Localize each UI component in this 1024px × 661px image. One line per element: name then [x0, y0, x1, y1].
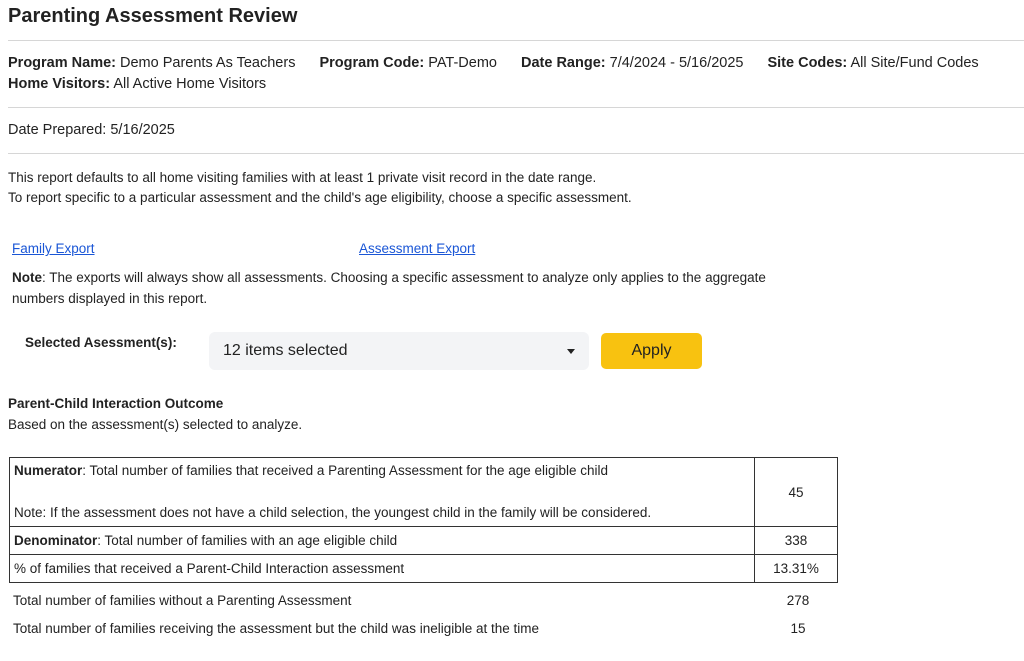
outcome-subtitle: Based on the assessment(s) selected to a…	[8, 417, 303, 432]
selected-assessments-label: Selected Asessment(s):	[25, 335, 177, 350]
date-range-label: Date Range:	[521, 55, 606, 71]
meta-row-1: Program Name: Demo Parents As Teachers P…	[8, 53, 1024, 74]
denominator-value: 338	[754, 526, 838, 555]
note-label: Note	[12, 270, 42, 285]
denominator-text: : Total number of families with an age e…	[97, 533, 398, 548]
program-meta: Program Name: Demo Parents As Teachers P…	[8, 41, 1024, 107]
percent-value: 13.31%	[754, 554, 838, 583]
denominator-cell: Denominator: Total number of families wi…	[9, 526, 755, 555]
date-range-value: 7/4/2024 - 5/16/2025	[609, 55, 744, 71]
apply-button[interactable]: Apply	[601, 333, 702, 369]
family-export-link[interactable]: Family Export	[12, 241, 95, 256]
home-visitors-value: All Active Home Visitors	[113, 76, 267, 92]
percent-label: % of families that received a Parent-Chi…	[9, 554, 755, 583]
ineligible-value: 15	[790, 620, 806, 636]
numerator-note: Note: If the assessment does not have a …	[14, 505, 652, 520]
denominator-row: Denominator: Total number of families wi…	[9, 526, 838, 555]
site-codes: Site Codes: All Site/Fund Codes	[767, 53, 978, 74]
numerator-label: Numerator	[14, 463, 83, 478]
site-codes-label: Site Codes:	[767, 55, 848, 71]
program-code: Program Code: PAT-Demo	[319, 53, 497, 74]
numerator-cell: Numerator: Total number of families that…	[9, 457, 755, 527]
numerator-row: Numerator: Total number of families that…	[9, 457, 838, 527]
numerator-text: : Total number of families that received…	[82, 463, 609, 478]
outcome-title: Parent-Child Interaction Outcome	[8, 396, 224, 411]
note-text: : The exports will always show all asses…	[12, 270, 766, 306]
without-assessment-row: Total number of families without a Paren…	[13, 586, 839, 614]
program-name-label: Program Name:	[8, 55, 116, 71]
home-visitors: Home Visitors: All Active Home Visitors	[8, 74, 1024, 95]
date-range: Date Range: 7/4/2024 - 5/16/2025	[521, 53, 743, 74]
percent-row: % of families that received a Parent-Chi…	[9, 554, 838, 583]
denominator-label: Denominator	[14, 533, 98, 548]
ineligible-row: Total number of families receiving the a…	[13, 614, 839, 642]
date-prepared: Date Prepared: 5/16/2025	[8, 122, 175, 138]
assessment-export-link[interactable]: Assessment Export	[359, 241, 475, 256]
program-code-label: Program Code:	[319, 55, 425, 71]
intro-line-2: To report specific to a particular asses…	[8, 190, 632, 205]
program-code-value: PAT-Demo	[428, 55, 497, 71]
site-codes-value: All Site/Fund Codes	[850, 55, 979, 71]
outcome-table: Numerator: Total number of families that…	[9, 457, 838, 583]
program-name-value: Demo Parents As Teachers	[120, 55, 296, 71]
page-title: Parenting Assessment Review	[8, 5, 298, 27]
export-links: Family Export Assessment Export	[8, 208, 1024, 258]
caret-down-icon	[567, 348, 575, 354]
without-assessment-value: 278	[786, 592, 810, 608]
export-note: Note: The exports will always show all a…	[8, 258, 812, 309]
assessment-selector-row: Selected Asessment(s): 12 items selected…	[8, 332, 1024, 370]
assessment-select[interactable]: 12 items selected	[209, 332, 589, 370]
intro-line-1: This report defaults to all home visitin…	[8, 170, 597, 185]
numerator-value: 45	[754, 457, 838, 527]
extra-stats: Total number of families without a Paren…	[13, 586, 839, 642]
program-name: Program Name: Demo Parents As Teachers	[8, 53, 295, 74]
report-page: Parenting Assessment Review Program Name…	[0, 0, 1024, 661]
ineligible-label: Total number of families receiving the a…	[13, 620, 540, 636]
intro-text: This report defaults to all home visitin…	[8, 154, 1024, 208]
assessment-select-value: 12 items selected	[223, 342, 348, 359]
without-assessment-label: Total number of families without a Paren…	[13, 592, 352, 608]
home-visitors-label: Home Visitors:	[8, 76, 111, 92]
